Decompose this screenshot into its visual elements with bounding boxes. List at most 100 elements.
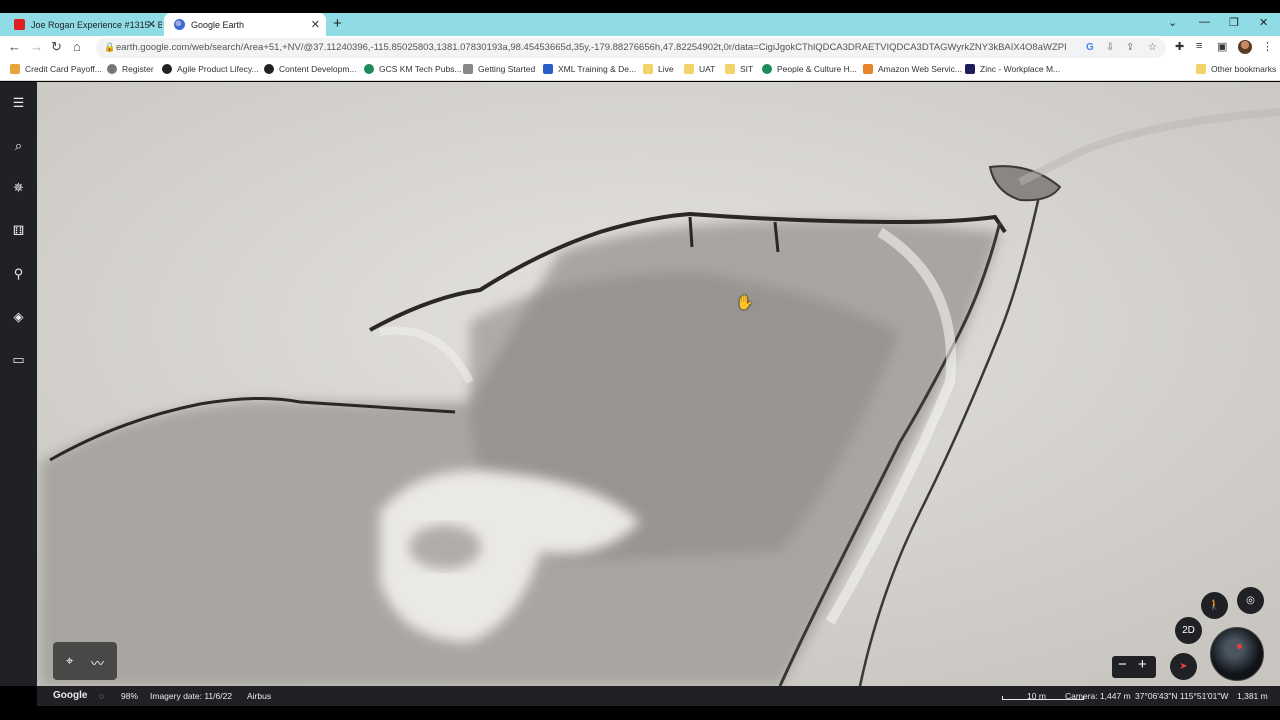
bookmark-label: Register xyxy=(122,64,154,74)
bookmark-label: Content Developm... xyxy=(279,64,357,74)
youtube-icon xyxy=(14,19,25,30)
bookmark-item[interactable]: Zinc - Workplace M... xyxy=(965,64,1060,74)
new-tab-button[interactable]: + xyxy=(333,15,342,32)
search-icon[interactable]: ⌕ xyxy=(11,138,26,153)
bookmark-item[interactable]: SIT xyxy=(725,64,753,74)
reading-list-icon[interactable]: ≡ xyxy=(1196,40,1202,52)
bookmark-item[interactable]: People & Culture H... xyxy=(762,64,857,74)
folder-icon xyxy=(643,64,653,74)
imagery-date: Imagery date: 11/6/22 xyxy=(150,691,233,701)
bookmark-item[interactable]: UAT xyxy=(684,64,715,74)
minimize-button[interactable]: — xyxy=(1199,16,1210,28)
lock-icon: 🔒 xyxy=(104,42,116,52)
close-icon[interactable]: ✕ xyxy=(147,18,156,31)
bookmark-item[interactable]: XML Training & De... xyxy=(543,64,636,74)
projects-icon[interactable]: ⚲ xyxy=(11,266,26,281)
menu-icon[interactable]: ⋮ xyxy=(1262,40,1273,53)
side-panel-icon[interactable]: ▣ xyxy=(1217,40,1227,53)
bookmark-icon xyxy=(364,64,374,74)
location-marker-icon xyxy=(1237,644,1242,649)
bookmark-icon xyxy=(10,64,20,74)
window-close-button[interactable]: ✕ xyxy=(1259,16,1268,29)
aws-icon xyxy=(863,64,873,74)
elevation: 1,381 m xyxy=(1237,691,1268,701)
install-app-icon[interactable]: ⇩ xyxy=(1106,42,1114,53)
bookmark-icon xyxy=(543,64,553,74)
placemark-icon[interactable]: ⌖ xyxy=(66,653,73,669)
bookmark-label: UAT xyxy=(699,64,716,74)
avatar[interactable] xyxy=(1238,40,1252,54)
tab-title: Google Earth xyxy=(191,19,245,30)
coordinates: 37°06'43"N 115°51'01"W xyxy=(1135,691,1229,701)
tab-strip: Joe Rogan Experience #1315 - Bob ✕ Googl… xyxy=(0,13,1280,36)
tab-youtube[interactable]: Joe Rogan Experience #1315 - Bob ✕ xyxy=(4,13,162,36)
scale-label: 10 m xyxy=(1027,691,1046,701)
globe-mini-map[interactable] xyxy=(1210,627,1264,681)
compass-button[interactable]: ➤ xyxy=(1170,653,1197,680)
bookmark-icon xyxy=(762,64,772,74)
share-icon[interactable]: ⇪ xyxy=(1126,42,1134,53)
google-lens-icon[interactable]: G xyxy=(1086,42,1094,53)
bookmark-item[interactable]: Content Developm... xyxy=(264,64,356,74)
bookmark-icon xyxy=(107,64,117,74)
zoom-controls: − + xyxy=(1112,656,1156,678)
bookmark-icon xyxy=(264,64,274,74)
url-text: earth.google.com/web/search/Area+51,+NV/… xyxy=(116,42,1066,53)
bookmark-item[interactable]: GCS KM Tech Pubs... xyxy=(364,64,462,74)
restore-button[interactable]: ❐ xyxy=(1229,16,1239,29)
my-location-button[interactable]: ◎ xyxy=(1237,587,1264,614)
measure-icon[interactable]: ▭ xyxy=(11,352,26,367)
google-earth-icon xyxy=(174,19,185,30)
tab-search-icon[interactable]: ⌄ xyxy=(1168,16,1177,29)
bookmark-item[interactable]: Agile Product Lifecy... xyxy=(162,64,259,74)
target-icon: ◎ xyxy=(1246,595,1255,606)
bookmarks-bar: Credit Card Payoff... Register Agile Pro… xyxy=(0,60,1280,81)
screen: Joe Rogan Experience #1315 - Bob ✕ Googl… xyxy=(0,0,1280,720)
feeling-lucky-icon[interactable]: ⚅ xyxy=(11,223,26,238)
extensions-icon[interactable]: ✚ xyxy=(1175,40,1184,53)
pegman-icon: 🚶 xyxy=(1208,600,1221,611)
zoom-out-button[interactable]: − xyxy=(1118,656,1127,673)
forward-button[interactable]: → xyxy=(30,39,43,54)
status-bar: Google ◌ 98% Imagery date: 11/6/22 Airbu… xyxy=(37,686,1280,706)
bookmark-label: Amazon Web Servic... xyxy=(878,64,962,74)
street-view-button[interactable]: 🚶 xyxy=(1201,592,1228,619)
map-tools: ⌖ 〰 xyxy=(53,642,117,680)
bookmark-item[interactable]: Register xyxy=(107,64,154,74)
bookmark-label: Zinc - Workplace M... xyxy=(980,64,1061,74)
path-icon[interactable]: 〰 xyxy=(91,653,104,672)
bookmark-item[interactable]: Getting Started xyxy=(463,64,535,74)
bookmark-item[interactable]: Live xyxy=(643,64,674,74)
hand-cursor-icon: ✋ xyxy=(736,294,754,310)
zinc-icon xyxy=(965,64,975,74)
bookmark-item[interactable]: Credit Card Payoff... xyxy=(10,64,102,74)
reload-button[interactable]: ↻ xyxy=(51,39,62,55)
other-bookmarks[interactable]: Other bookmarks xyxy=(1196,64,1276,74)
voyager-icon[interactable]: ✵ xyxy=(11,180,26,195)
bookmark-label: Getting Started xyxy=(478,64,536,74)
menu-icon[interactable]: ☰ xyxy=(11,95,26,110)
bottom-bar xyxy=(0,706,1280,720)
address-bar[interactable]: 🔒 earth.google.com/web/search/Area+51,+N… xyxy=(96,38,1166,58)
bookmark-label: Live xyxy=(658,64,674,74)
tab-google-earth[interactable]: Google Earth ✕ xyxy=(164,13,326,36)
view-mode-label: 2D xyxy=(1182,625,1195,636)
zoom-in-button[interactable]: + xyxy=(1138,656,1147,673)
home-button[interactable]: ⌂ xyxy=(73,39,81,54)
view-mode-button[interactable]: 2D xyxy=(1175,617,1202,644)
bookmark-star-icon[interactable]: ☆ xyxy=(1148,42,1157,53)
browser-toolbar: ← → ↻ ⌂ 🔒 earth.google.com/web/search/Ar… xyxy=(0,36,1280,60)
close-icon[interactable]: ✕ xyxy=(311,18,320,31)
folder-icon xyxy=(684,64,694,74)
compass-icon: ➤ xyxy=(1179,661,1188,672)
bookmark-label: SIT xyxy=(740,64,754,74)
bookmark-label: GCS KM Tech Pubs... xyxy=(379,64,462,74)
map-style-icon[interactable]: ◈ xyxy=(11,309,26,324)
bookmark-item[interactable]: Amazon Web Servic... xyxy=(863,64,962,74)
bookmark-label: Credit Card Payoff... xyxy=(25,64,102,74)
earth-3d-view[interactable]: ✋ xyxy=(0,82,1280,686)
back-button[interactable]: ← xyxy=(8,39,21,54)
bookmark-label: XML Training & De... xyxy=(558,64,637,74)
camera-altitude: Camera: 1,447 m xyxy=(1065,691,1131,701)
loading-percent: 98% xyxy=(121,691,139,701)
